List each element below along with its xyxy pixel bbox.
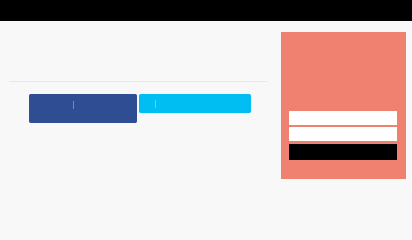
- facebook-login-button[interactable]: [29, 94, 137, 123]
- status-bar: [0, 0, 412, 21]
- page-content: [0, 21, 412, 227]
- panel-input-2[interactable]: [289, 127, 397, 141]
- side-panel: [281, 32, 406, 179]
- facebook-icon: [73, 101, 74, 109]
- twitter-icon: [155, 100, 156, 108]
- twitter-login-button[interactable]: [139, 94, 251, 113]
- divider: [9, 81, 267, 82]
- panel-submit-button[interactable]: [289, 144, 397, 160]
- panel-input-1[interactable]: [289, 111, 397, 125]
